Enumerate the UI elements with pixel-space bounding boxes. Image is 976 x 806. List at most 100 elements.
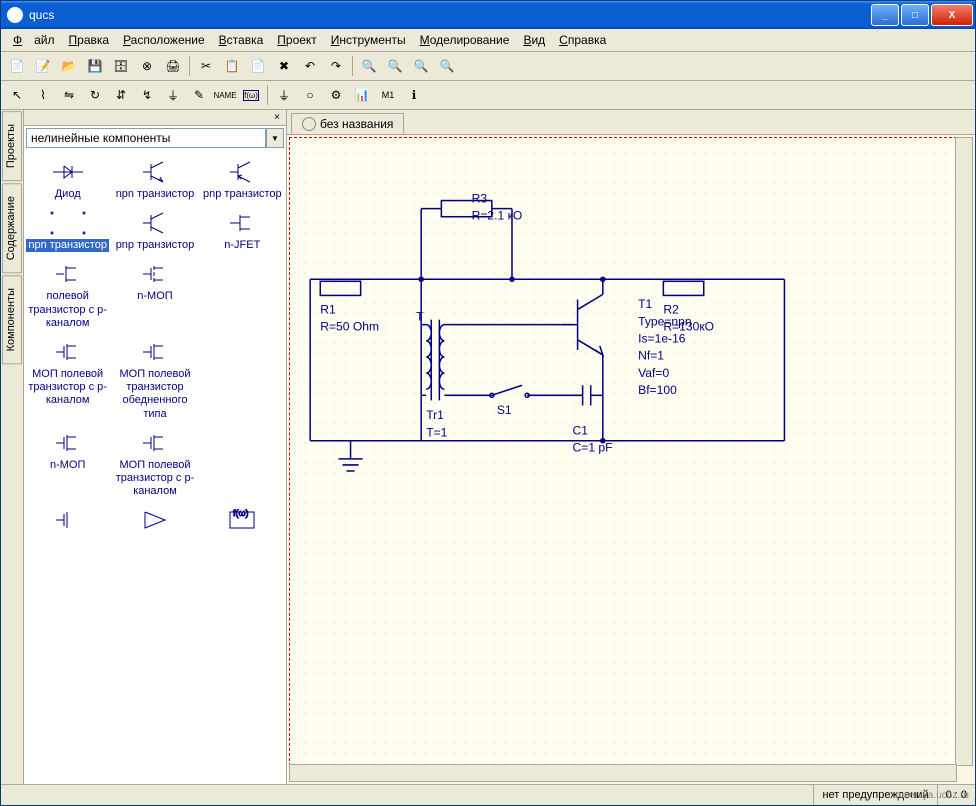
menu-help[interactable]: Справка — [553, 31, 612, 49]
component-nmos2[interactable]: n-МОП — [24, 425, 111, 503]
toolbar-1: 📄 📝 📂 💾 🗄 ⊗ 🖨 ✂ 📋 📄 ✖ ↶ ↷ 🔍 🔍 🔍 🔍 — [1, 52, 975, 81]
chevron-down-icon[interactable]: ▼ — [266, 128, 284, 148]
minimize-button[interactable]: _ — [871, 4, 899, 26]
maximize-button[interactable]: □ — [901, 4, 929, 26]
svg-text:C1: C1 — [573, 423, 589, 437]
document-tab[interactable]: без названия — [291, 113, 404, 134]
zoom-in-icon[interactable]: 🔍 — [357, 54, 381, 78]
window-buttons: _ □ X — [871, 4, 973, 26]
zoom-fit-icon[interactable]: 🔍 — [409, 54, 433, 78]
svg-text:R3: R3 — [472, 191, 488, 205]
component-pmos2[interactable]: МОП полевой транзистор с p-каналом — [111, 425, 198, 503]
category-combo[interactable]: ▼ — [26, 128, 284, 148]
menu-layout[interactable]: Расположение — [117, 31, 211, 49]
select-icon[interactable]: ↖ — [5, 83, 29, 107]
print-icon[interactable]: 🖨 — [161, 54, 185, 78]
port-icon[interactable]: ○ — [298, 83, 322, 107]
menubar: Файл Правка Расположение Вставка Проект … — [1, 29, 975, 52]
menu-view[interactable]: Вид — [517, 31, 551, 49]
component-mos-dep[interactable]: МОП полевой транзистор обедненного типа — [111, 334, 198, 425]
component-diode[interactable]: Диод — [24, 154, 111, 205]
deactivate-icon[interactable]: ↯ — [135, 83, 159, 107]
menu-insert[interactable]: Вставка — [213, 31, 270, 49]
menu-simulation[interactable]: Моделирование — [414, 31, 516, 49]
component-eqn[interactable]: f(ω) — [199, 502, 286, 540]
copy-icon[interactable]: 📋 — [220, 54, 244, 78]
content-area: Проекты Содержание Компоненты × ▼ Диод n… — [1, 110, 975, 784]
paste-icon[interactable]: 📄 — [246, 54, 270, 78]
wire-icon[interactable]: ⌇ — [31, 83, 55, 107]
component-nmos[interactable]: n-МОП — [111, 256, 198, 334]
window-title: qucs — [29, 8, 871, 22]
tab-components[interactable]: Компоненты — [2, 275, 22, 364]
rotate-icon[interactable]: ↻ — [83, 83, 107, 107]
svg-text:Nf=1: Nf=1 — [638, 349, 664, 363]
cut-icon[interactable]: ✂ — [194, 54, 218, 78]
main-area: без названия R3 R=2.1 кО — [287, 110, 975, 784]
svg-text:Tr1: Tr1 — [426, 408, 444, 422]
component-npn-sub[interactable]: npn транзистор — [24, 205, 111, 256]
insert-ground-icon[interactable]: ⏚ — [161, 83, 185, 107]
svg-text:S1: S1 — [497, 403, 512, 417]
tab-projects[interactable]: Проекты — [2, 111, 22, 181]
titlebar[interactable]: qucs _ □ X — [1, 1, 975, 29]
new-text-icon[interactable]: 📝 — [31, 54, 55, 78]
component-extra1[interactable] — [24, 502, 111, 540]
component-empty1 — [199, 256, 286, 334]
zoom-100-icon[interactable]: 🔍 — [435, 54, 459, 78]
close-file-icon[interactable]: ⊗ — [135, 54, 159, 78]
svg-text:Vaf=0: Vaf=0 — [638, 366, 669, 380]
insert-port-icon[interactable]: ✎ — [187, 83, 211, 107]
canvas-wrap: R3 R=2.1 кО R1 R=50 Ohm — [287, 135, 975, 784]
view-data-icon[interactable]: 📊 — [350, 83, 374, 107]
menu-file[interactable]: Файл — [7, 31, 61, 49]
equation-icon[interactable]: f(ω) — [239, 83, 263, 107]
document-tabs: без названия — [287, 110, 975, 135]
svg-text:R=2.1 кО: R=2.1 кО — [472, 208, 523, 222]
component-list[interactable]: Диод npn транзистор pnp транзистор npn т… — [24, 150, 286, 784]
vertical-scrollbar[interactable] — [955, 137, 973, 766]
svg-text:C=1 pF: C=1 pF — [573, 441, 613, 455]
mirror-h-icon[interactable]: ⇋ — [57, 83, 81, 107]
undo-icon[interactable]: ↶ — [298, 54, 322, 78]
category-input[interactable] — [26, 128, 266, 148]
close-button[interactable]: X — [931, 4, 973, 26]
delete-icon[interactable]: ✖ — [272, 54, 296, 78]
menu-edit[interactable]: Правка — [63, 31, 116, 49]
component-empty2 — [199, 334, 286, 425]
redo-icon[interactable]: ↷ — [324, 54, 348, 78]
component-opamp[interactable] — [111, 502, 198, 540]
tab-content[interactable]: Содержание — [2, 183, 22, 273]
svg-text:f(ω): f(ω) — [233, 508, 249, 518]
sidebar-close-icon[interactable]: × — [270, 112, 284, 123]
component-npn[interactable]: npn транзистор — [111, 154, 198, 205]
sidebar-header: × — [24, 110, 286, 126]
menu-project[interactable]: Проект — [271, 31, 323, 49]
toolbar-2: ↖ ⌇ ⇋ ↻ ⇵ ↯ ⏚ ✎ NAME f(ω) ⏚ ○ ⚙ 📊 M1 ℹ — [1, 81, 975, 110]
component-pnp-sub[interactable]: pnp транзистор — [111, 205, 198, 256]
help-icon[interactable]: ℹ — [402, 83, 426, 107]
mirror-v-icon[interactable]: ⇵ — [109, 83, 133, 107]
component-empty3 — [199, 425, 286, 503]
svg-text:Bf=100: Bf=100 — [638, 383, 677, 397]
save-all-icon[interactable]: 🗄 — [109, 54, 133, 78]
open-icon[interactable]: 📂 — [57, 54, 81, 78]
horizontal-scrollbar[interactable] — [289, 764, 957, 782]
simulate-icon[interactable]: ⚙ — [324, 83, 348, 107]
ground-icon[interactable]: ⏚ — [272, 83, 296, 107]
statusbar: нет предупреждений 0 : 0 — [1, 784, 975, 805]
schematic-svg: R3 R=2.1 кО R1 R=50 Ohm — [290, 138, 956, 774]
svg-text:R1: R1 — [320, 302, 336, 316]
save-icon[interactable]: 💾 — [83, 54, 107, 78]
component-njfet[interactable]: n-JFET — [199, 205, 286, 256]
marker-icon[interactable]: M1 — [376, 83, 400, 107]
zoom-out-icon[interactable]: 🔍 — [383, 54, 407, 78]
component-pmos[interactable]: МОП полевой транзистор с p-каналом — [24, 334, 111, 425]
svg-text:Is=1e-16: Is=1e-16 — [638, 332, 686, 346]
schematic-canvas[interactable]: R3 R=2.1 кО R1 R=50 Ohm — [289, 137, 957, 766]
new-file-icon[interactable]: 📄 — [5, 54, 29, 78]
menu-tools[interactable]: Инструменты — [325, 31, 412, 49]
label-icon[interactable]: NAME — [213, 83, 237, 107]
component-pnp[interactable]: pnp транзистор — [199, 154, 286, 205]
component-pfet[interactable]: полевой транзистор с p-каналом — [24, 256, 111, 334]
